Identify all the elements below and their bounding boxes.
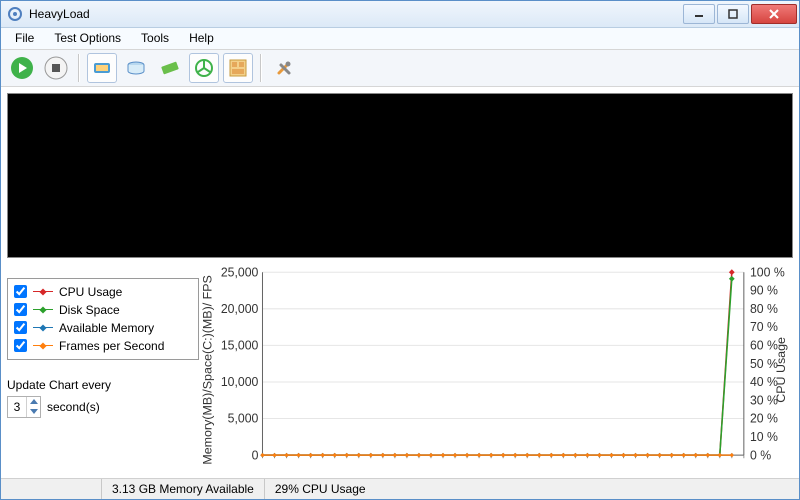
svg-text:25,000: 25,000	[221, 266, 259, 279]
chart-controls: CPU Usage Disk Space Available Memory Fr…	[7, 266, 199, 474]
svg-text:0: 0	[252, 448, 259, 462]
legend-box: CPU Usage Disk Space Available Memory Fr…	[7, 278, 199, 360]
legend-checkbox-cpu[interactable]	[14, 285, 27, 298]
update-interval-block: Update Chart every second(s)	[7, 378, 199, 418]
legend-checkbox-fps[interactable]	[14, 339, 27, 352]
close-button[interactable]	[751, 4, 797, 24]
maximize-button[interactable]	[717, 4, 749, 24]
window-controls	[681, 4, 797, 24]
legend-swatch-fps	[32, 345, 54, 346]
spinner-down-icon[interactable]	[27, 407, 40, 417]
title-bar: HeavyLoad	[1, 1, 799, 28]
svg-text:90 %: 90 %	[750, 283, 778, 297]
toolbar-separator	[260, 54, 262, 82]
legend-label: Available Memory	[59, 321, 154, 335]
stop-button[interactable]	[41, 53, 71, 83]
treesize-button[interactable]	[223, 53, 253, 83]
svg-text:70 %: 70 %	[750, 320, 778, 334]
chart-svg: 0 5,000 10,000 15,000 20,000 25,000 0 % 10 % 20 …	[199, 266, 793, 474]
legend-checkbox-disk[interactable]	[14, 303, 27, 316]
spinner-up-icon[interactable]	[27, 397, 40, 407]
options-button[interactable]	[269, 53, 299, 83]
menu-file[interactable]: File	[7, 29, 42, 47]
legend-item-cpu: CPU Usage	[14, 283, 192, 301]
legend-label: CPU Usage	[59, 285, 122, 299]
app-window: HeavyLoad File Test Options Tools Help	[0, 0, 800, 500]
app-icon	[7, 6, 23, 22]
start-button[interactable]	[7, 53, 37, 83]
legend-swatch-memory	[32, 327, 54, 328]
update-interval-input[interactable]	[8, 400, 26, 414]
legend-label: Frames per Second	[59, 339, 164, 353]
toolbar-separator	[78, 54, 80, 82]
svg-text:5,000: 5,000	[228, 411, 259, 425]
legend-checkbox-memory[interactable]	[14, 321, 27, 334]
menu-bar: File Test Options Tools Help	[1, 28, 799, 49]
test-display-area	[7, 93, 793, 258]
svg-text:CPU Usage: CPU Usage	[774, 337, 788, 403]
status-cell-empty	[1, 479, 101, 499]
gpu-test-button[interactable]	[189, 53, 219, 83]
svg-text:15,000: 15,000	[221, 338, 259, 352]
chart-area: 0 5,000 10,000 15,000 20,000 25,000 0 % 10 % 20 …	[199, 266, 793, 474]
menu-tools[interactable]: Tools	[133, 29, 177, 47]
svg-text:20,000: 20,000	[221, 302, 259, 316]
svg-text:10,000: 10,000	[221, 375, 259, 389]
toolbar	[1, 50, 799, 87]
window-title: HeavyLoad	[29, 7, 681, 21]
legend-swatch-cpu	[32, 291, 54, 292]
chart-panel: CPU Usage Disk Space Available Memory Fr…	[1, 262, 799, 478]
legend-item-memory: Available Memory	[14, 319, 192, 337]
svg-text:10 %: 10 %	[750, 430, 778, 444]
legend-swatch-disk	[32, 309, 54, 310]
svg-text:0 %: 0 %	[750, 448, 771, 462]
cpu-test-button[interactable]	[87, 53, 117, 83]
legend-item-fps: Frames per Second	[14, 337, 192, 355]
legend-item-disk: Disk Space	[14, 301, 192, 319]
update-interval-spinner[interactable]	[7, 396, 41, 418]
menu-help[interactable]: Help	[181, 29, 222, 47]
svg-text:80 %: 80 %	[750, 302, 778, 316]
update-suffix: second(s)	[47, 400, 100, 414]
status-bar: 3.13 GB Memory Available 29% CPU Usage	[1, 478, 799, 499]
update-label: Update Chart every	[7, 378, 199, 392]
svg-text:100 %: 100 %	[750, 266, 785, 279]
status-cpu: 29% CPU Usage	[264, 479, 376, 499]
memory-test-button[interactable]	[155, 53, 185, 83]
svg-text:Memory(MB)/Space(C:)(MB)/ FPS: Memory(MB)/Space(C:)(MB)/ FPS	[200, 275, 214, 465]
disk-test-button[interactable]	[121, 53, 151, 83]
minimize-button[interactable]	[683, 4, 715, 24]
legend-label: Disk Space	[59, 303, 120, 317]
menu-test-options[interactable]: Test Options	[46, 29, 129, 47]
svg-text:20 %: 20 %	[750, 411, 778, 425]
status-memory: 3.13 GB Memory Available	[101, 479, 264, 499]
